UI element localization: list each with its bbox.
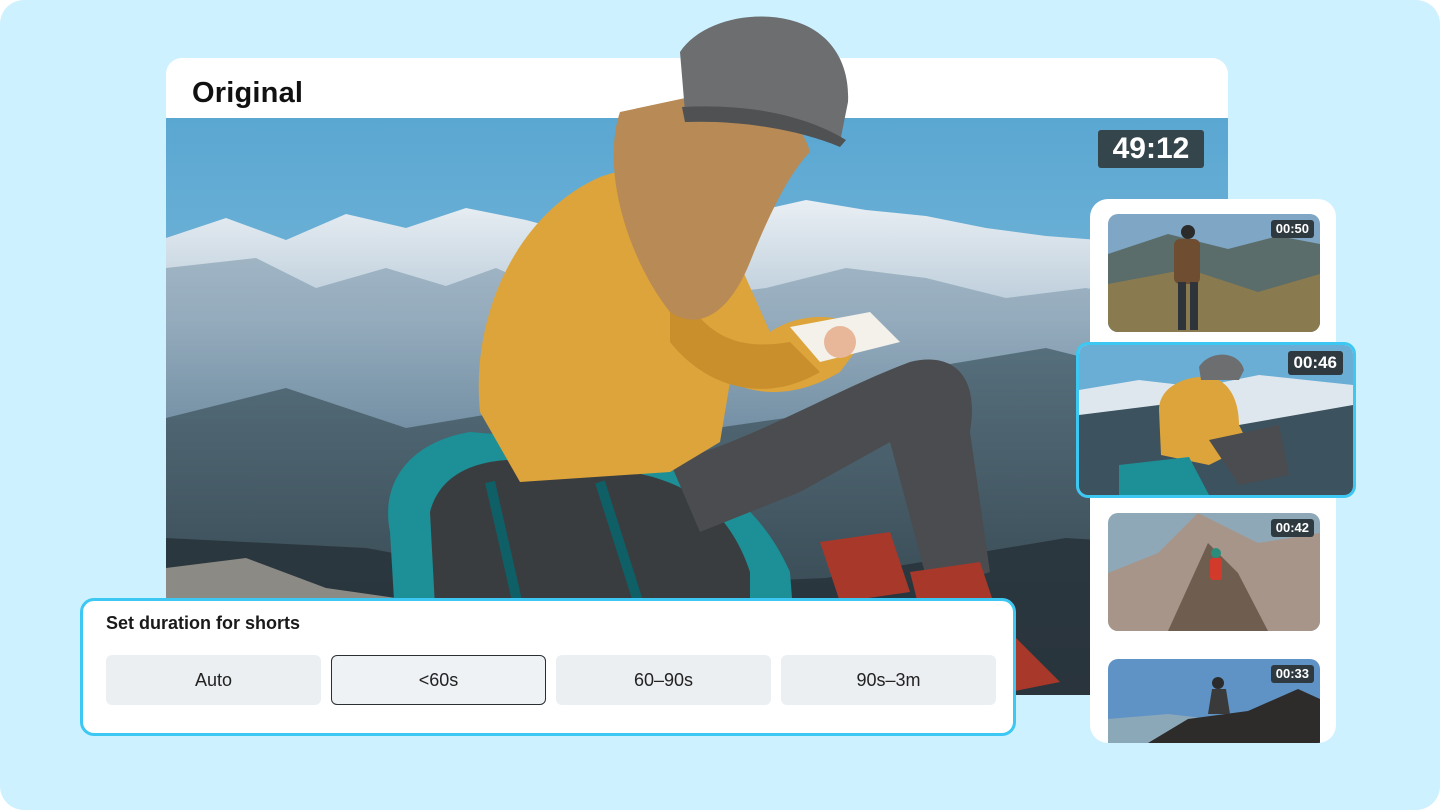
duration-settings-panel: Set duration for shorts Auto <60s 60–90s… bbox=[80, 598, 1016, 736]
video-title: Original bbox=[192, 77, 304, 109]
short-duration-badge: 00:50 bbox=[1270, 220, 1314, 238]
video-duration-badge: 49:12 bbox=[1098, 130, 1204, 168]
short-duration-badge: 00:33 bbox=[1270, 665, 1314, 683]
canvas: Original 49:12 00:50 00:42 00:33 00:46 S… bbox=[0, 0, 1440, 810]
short-duration-badge: 00:42 bbox=[1270, 519, 1314, 537]
short-clip-3[interactable]: 00:42 bbox=[1108, 513, 1320, 631]
short-clip-1[interactable]: 00:50 bbox=[1108, 214, 1320, 332]
duration-option-60-90s[interactable]: 60–90s bbox=[556, 655, 771, 705]
short-clip-4[interactable]: 00:33 bbox=[1108, 659, 1320, 743]
duration-options: Auto <60s 60–90s 90s–3m bbox=[106, 655, 998, 705]
duration-option-90s-3m[interactable]: 90s–3m bbox=[781, 655, 996, 705]
short-clip-2-selected[interactable]: 00:46 bbox=[1076, 342, 1356, 498]
duration-settings-title: Set duration for shorts bbox=[106, 613, 301, 633]
duration-option-under-60s[interactable]: <60s bbox=[331, 655, 546, 705]
short-duration-badge: 00:46 bbox=[1287, 351, 1343, 375]
duration-option-auto[interactable]: Auto bbox=[106, 655, 321, 705]
